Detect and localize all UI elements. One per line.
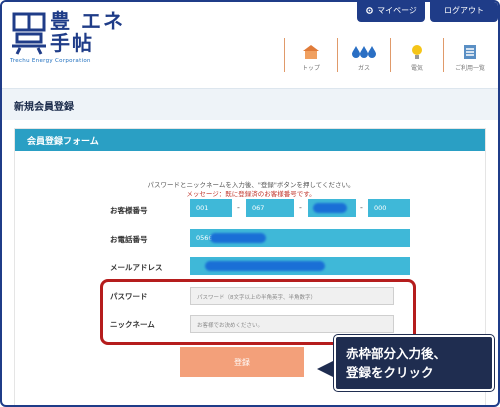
customer-number-label: お客様番号 — [110, 206, 148, 215]
nav-label-usage-list: ご利用一覧 — [454, 65, 485, 72]
customer-number-part1[interactable]: 001 — [190, 199, 232, 217]
nav-item-electric[interactable]: 電気 — [390, 38, 443, 72]
mypage-button[interactable]: マイページ — [357, 2, 425, 22]
register-button[interactable]: 登録 — [180, 347, 304, 377]
dash-separator: - — [237, 203, 240, 212]
dash-separator: - — [360, 203, 363, 212]
nav-item-top[interactable]: トップ — [284, 38, 337, 72]
lightbulb-icon — [412, 45, 422, 59]
dash-separator: - — [299, 203, 302, 212]
nav-item-usage-list[interactable]: ご利用一覧 — [443, 38, 496, 72]
logo-mark-icon — [12, 12, 46, 55]
gas-drops-icon — [352, 46, 376, 58]
house-icon — [303, 45, 319, 59]
gear-icon — [366, 6, 373, 14]
main-nav: トップ ガス 電気 ご利用一覧 — [284, 38, 496, 72]
callout-line1: 赤枠部分入力後、 — [346, 346, 447, 361]
nav-label-gas: ガス — [357, 65, 370, 72]
page-title: 新規会員登録 — [14, 102, 74, 113]
customer-number-part4[interactable]: 000 — [368, 199, 410, 217]
nav-label-electric: 電気 — [410, 65, 423, 72]
callout-tail — [317, 360, 335, 378]
nav-item-gas[interactable]: ガス — [337, 38, 390, 72]
customer-number-part2[interactable]: 067 — [246, 199, 294, 217]
logo-subtitle: Trechu Energy Corporation — [10, 58, 91, 64]
logo-line2: 手帖 — [50, 31, 94, 55]
app-frame: 豊 エネ 手帖 Trechu Energy Corporation マイページ … — [0, 0, 500, 407]
phone-label: お電話番号 — [110, 235, 148, 244]
nav-label-top: トップ — [301, 65, 320, 72]
page-title-bar: 新規会員登録 — [2, 88, 498, 120]
logo-line1: 豊 エネ — [50, 9, 125, 33]
list-icon — [464, 45, 476, 59]
form-heading: 会員登録フォーム — [15, 129, 485, 151]
logout-label: ログアウト — [444, 5, 484, 15]
site-header: 豊 エネ 手帖 Trechu Energy Corporation マイページ … — [2, 2, 498, 82]
mypage-label: マイページ — [377, 5, 417, 15]
email-label: メールアドレス — [110, 263, 163, 272]
error-message: メッセージ：既に登録済のお客様番号です。 — [186, 190, 316, 198]
logout-button[interactable]: ログアウト — [430, 2, 498, 22]
redaction-mask — [210, 233, 266, 243]
logo-text[interactable]: 豊 エネ 手帖 — [50, 10, 125, 54]
redaction-mask — [205, 261, 325, 271]
redaction-mask — [313, 203, 347, 213]
instruction-callout: 赤枠部分入力後、 登録をクリック — [333, 334, 495, 392]
callout-line2: 登録をクリック — [346, 365, 434, 380]
